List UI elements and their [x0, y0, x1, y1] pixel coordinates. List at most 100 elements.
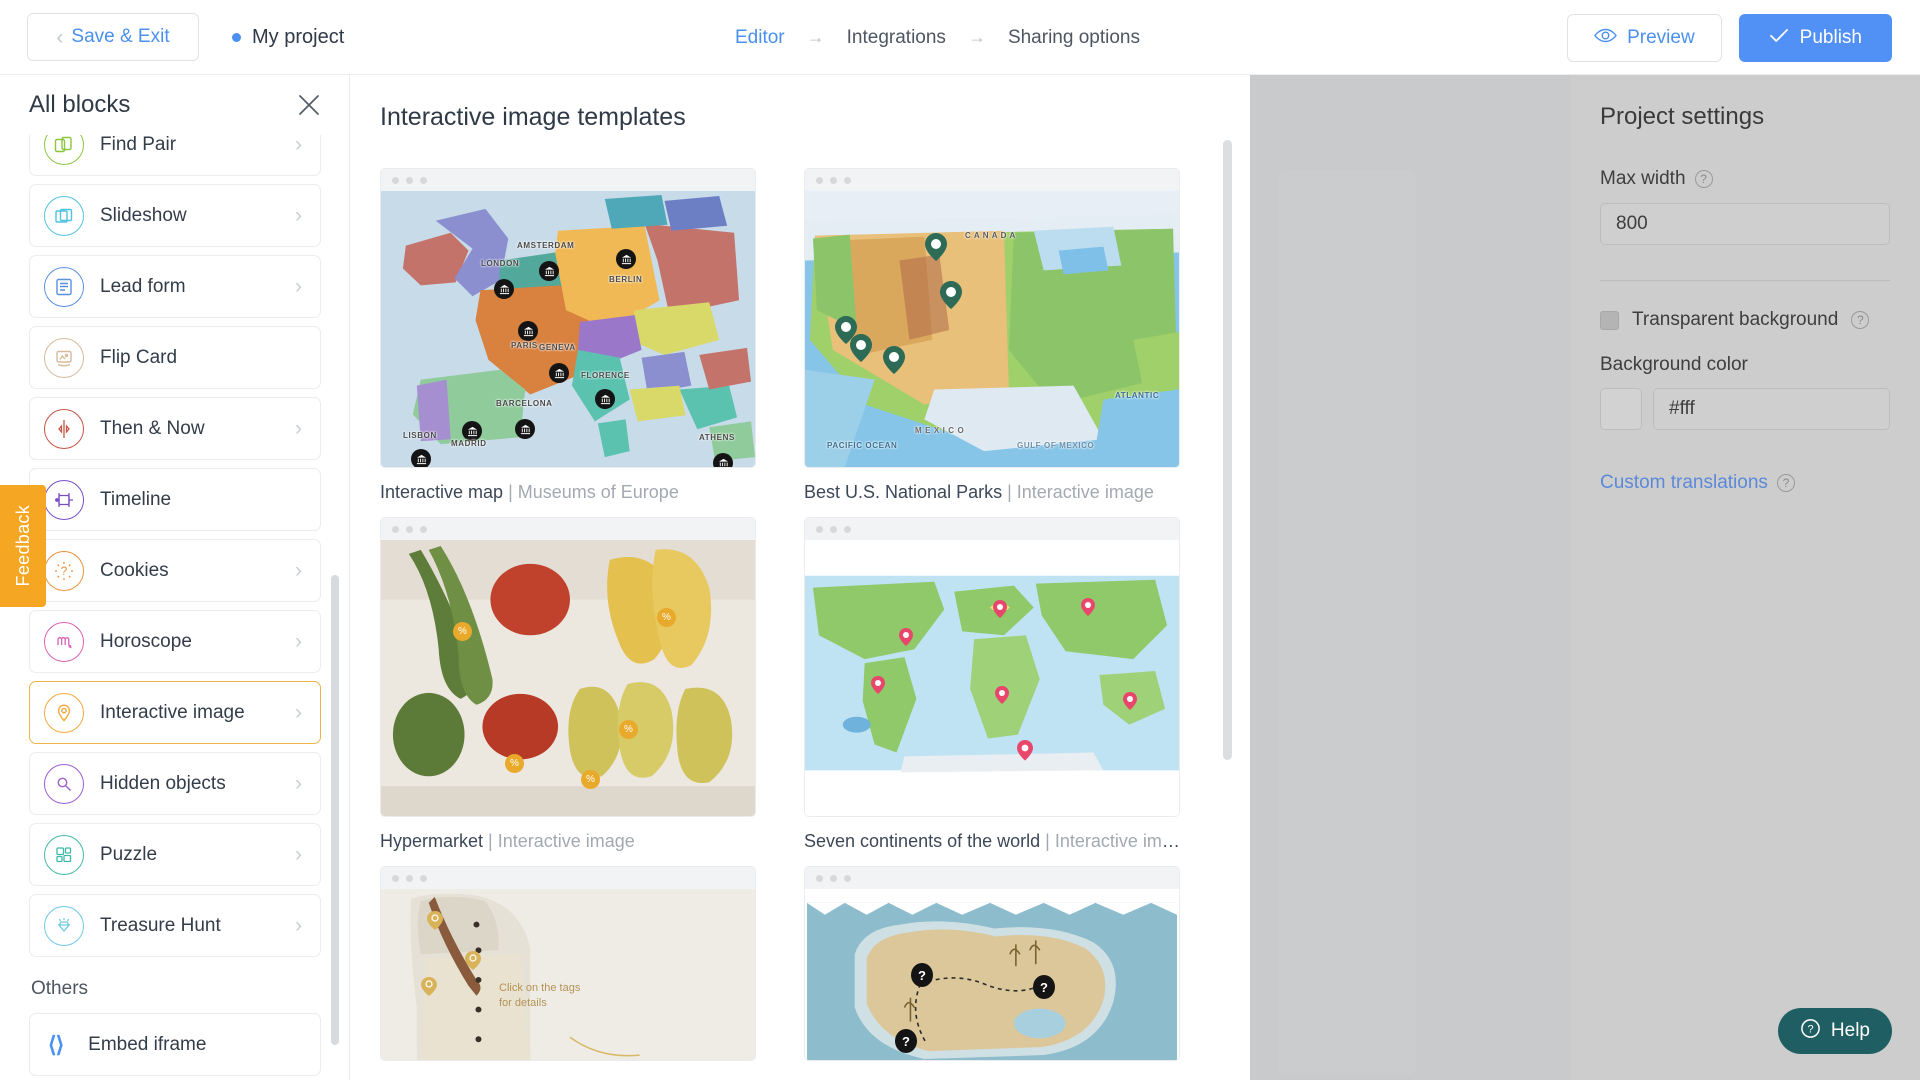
- all-blocks-sidebar: All blocks Find Pair › Slideshow › Lead …: [0, 75, 350, 1080]
- templates-scrollbar[interactable]: [1223, 140, 1232, 760]
- save-and-exit-button[interactable]: ‹ Save & Exit: [27, 13, 199, 61]
- feedback-tab[interactable]: Feedback: [0, 485, 46, 607]
- template-thumbnail[interactable]: PACIFIC OCEAN M E X I C O GULF OF MEXICO…: [804, 168, 1180, 468]
- block-item-embed-iframe[interactable]: ⟨⟩ Embed iframe: [29, 1013, 321, 1076]
- publish-button[interactable]: Publish: [1738, 13, 1892, 62]
- status-dot-icon: [232, 32, 241, 42]
- template-type: Interactive image: [1016, 482, 1154, 502]
- template-thumbnail[interactable]: Click on the tags for details: [380, 866, 756, 1061]
- template-name: Interactive map: [380, 482, 504, 502]
- map-pin-icon: [515, 419, 535, 439]
- block-item-then-and-now[interactable]: Then & Now ›: [29, 397, 321, 460]
- map-pin-icon: [1017, 740, 1033, 762]
- map-pin-icon: [871, 676, 885, 694]
- template-thumbnail[interactable]: LONDON AMSTERDAM BERLIN PARIS GENEVA FLO…: [380, 168, 756, 468]
- window-dot-icon: [392, 525, 399, 533]
- block-item-cookies[interactable]: ? Cookies ›: [29, 539, 321, 602]
- template-thumbnail[interactable]: ? ? ?: [804, 866, 1180, 1061]
- block-item-horoscope[interactable]: Horoscope ›: [29, 610, 321, 673]
- map-pin-icon: [1081, 598, 1095, 616]
- map-pin-icon: [494, 279, 514, 299]
- project-name: My project: [252, 25, 345, 48]
- sidebar-scrollbar[interactable]: [331, 575, 339, 1045]
- transparent-background-row[interactable]: Transparent background ?: [1600, 309, 1890, 331]
- block-item-lead-form[interactable]: Lead form ›: [29, 255, 321, 318]
- treasure-hunt-icon: [44, 905, 84, 946]
- background-color-swatch[interactable]: [1600, 388, 1642, 430]
- window-dot-icon: [816, 525, 823, 533]
- flip-card-icon: [44, 337, 84, 378]
- hidden-objects-icon: [44, 763, 84, 804]
- breadcrumb-item-sharing-options[interactable]: Sharing options: [1008, 27, 1140, 49]
- template-thumbnail[interactable]: % % % % %: [380, 517, 756, 817]
- window-dot-icon: [844, 525, 851, 533]
- park-pin-icon: [850, 334, 872, 362]
- max-width-input[interactable]: [1600, 203, 1890, 245]
- template-name: Seven continents of the world: [804, 831, 1041, 851]
- save-and-exit-label: Save & Exit: [71, 26, 170, 47]
- template-name: Best U.S. National Parks: [804, 482, 1003, 502]
- block-item-find-pair[interactable]: Find Pair ›: [29, 135, 321, 176]
- cookies-icon: ?: [44, 550, 84, 591]
- templates-panel: Interactive image templates LONDON AMSTE…: [350, 75, 1250, 1080]
- sidebar-title: All blocks: [29, 91, 131, 118]
- block-item-timeline[interactable]: Timeline ›: [29, 468, 321, 531]
- tag-pin-icon: [465, 951, 481, 970]
- block-item-flip-card[interactable]: Flip Card ›: [29, 326, 321, 389]
- transparent-background-checkbox[interactable]: [1600, 310, 1619, 330]
- tag-pin-icon: [427, 911, 443, 930]
- map-label: ATHENS: [699, 433, 735, 442]
- chevron-right-icon: ›: [295, 416, 302, 440]
- template-card[interactable]: PACIFIC OCEAN M E X I C O GULF OF MEXICO…: [804, 168, 1180, 503]
- help-icon[interactable]: ?: [1694, 170, 1713, 188]
- help-widget-button[interactable]: ? Help: [1777, 1008, 1892, 1054]
- breadcrumb-item-integrations[interactable]: Integrations: [847, 27, 946, 49]
- project-settings-panel: Project settings Max width ? Transparent…: [1570, 75, 1920, 1080]
- template-card[interactable]: Seven continents of the world | Interact…: [804, 517, 1180, 852]
- block-item-hidden-objects[interactable]: Hidden objects ›: [29, 752, 321, 815]
- template-type: Interactive image: [497, 831, 635, 851]
- help-icon[interactable]: ?: [1851, 311, 1870, 329]
- background-color-row: [1600, 388, 1890, 430]
- preview-button[interactable]: Preview: [1567, 13, 1722, 62]
- project-settings-title: Project settings: [1600, 103, 1765, 130]
- park-pin-icon: [940, 281, 962, 309]
- map-pin-icon: [616, 249, 636, 269]
- block-label: Lead form: [100, 275, 186, 297]
- window-dot-icon: [830, 176, 837, 184]
- question-marker-icon: ?: [911, 963, 933, 987]
- top-bar-actions: Preview Publish: [1567, 0, 1892, 75]
- chevron-right-icon: ›: [295, 629, 302, 653]
- chevron-right-icon: ›: [295, 913, 302, 937]
- block-item-treasure-hunt[interactable]: Treasure Hunt ›: [29, 894, 321, 957]
- block-label: Horoscope: [100, 630, 192, 652]
- chevron-right-icon: ›: [295, 700, 302, 724]
- template-card[interactable]: % % % % % Hypermarket | Interactive imag…: [380, 517, 756, 852]
- block-item-interactive-image[interactable]: Interactive image ›: [29, 681, 321, 744]
- block-item-slideshow[interactable]: Slideshow ›: [29, 184, 321, 247]
- max-width-label: Max width: [1600, 168, 1686, 189]
- help-icon[interactable]: ?: [1776, 474, 1795, 492]
- block-item-puzzle[interactable]: Puzzle ›: [29, 823, 321, 886]
- background-color-input[interactable]: [1653, 388, 1890, 430]
- template-card[interactable]: ? ? ?: [804, 866, 1180, 1061]
- thumbnail-window-bar: [805, 867, 1179, 889]
- custom-translations-link[interactable]: Custom translations: [1600, 472, 1768, 494]
- close-icon[interactable]: [296, 92, 322, 118]
- breadcrumb-item-editor[interactable]: Editor: [735, 27, 785, 49]
- canvas-sheet: [1278, 170, 1416, 1075]
- question-marker-icon: ?: [895, 1029, 917, 1053]
- template-card[interactable]: LONDON AMSTERDAM BERLIN PARIS GENEVA FLO…: [380, 168, 756, 503]
- chevron-right-icon: ›: [295, 135, 302, 156]
- template-thumbnail[interactable]: [804, 517, 1180, 817]
- template-card[interactable]: Click on the tags for details: [380, 866, 756, 1061]
- map-pin-icon: [713, 453, 733, 467]
- block-label: Flip Card: [100, 346, 178, 368]
- window-dot-icon: [844, 874, 851, 882]
- template-caption: Seven continents of the world | Interact…: [804, 831, 1180, 852]
- block-label: Hidden objects: [100, 772, 226, 794]
- map-pin-icon: [993, 600, 1007, 618]
- map-label: BERLIN: [609, 275, 643, 284]
- template-type: Interactive ima…: [1054, 831, 1180, 851]
- svg-text:?: ?: [61, 564, 68, 578]
